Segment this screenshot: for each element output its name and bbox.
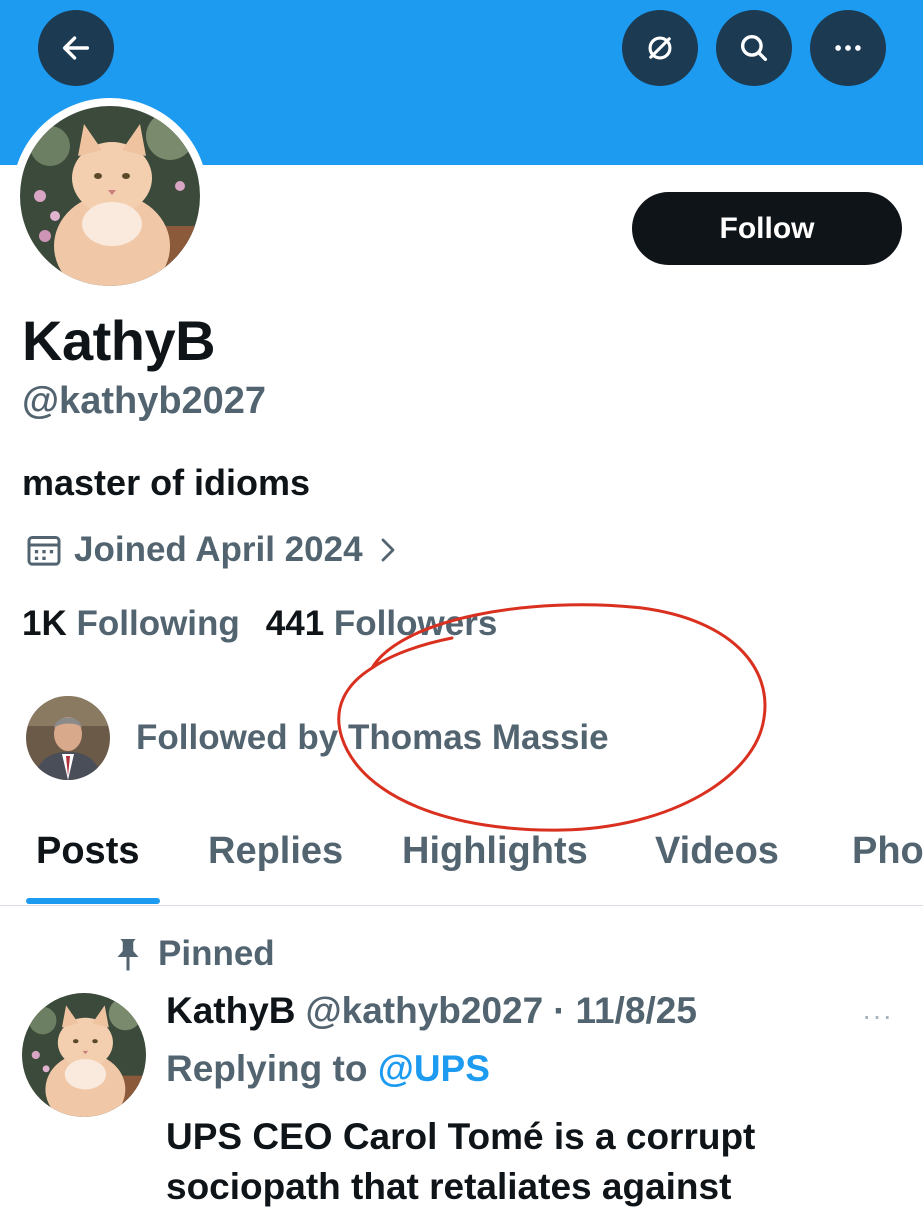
post-separator: ·: [553, 990, 566, 1031]
cat-avatar-image: [20, 106, 200, 286]
replying-prefix: Replying to: [166, 1048, 368, 1089]
profile-bio: master of idioms: [22, 462, 311, 503]
profile-avatar[interactable]: [12, 98, 208, 294]
tab-replies[interactable]: Replies: [208, 830, 343, 873]
tab-posts[interactable]: Posts: [36, 830, 139, 873]
follower-avatar: [26, 696, 110, 780]
more-horizontal-icon: [835, 45, 861, 51]
annotation-circle: [337, 603, 767, 832]
follow-button[interactable]: Follow: [632, 192, 902, 265]
post-more-button[interactable]: ···: [862, 1000, 893, 1032]
following-count: 1K: [22, 604, 67, 643]
slashed-circle-icon: [648, 36, 672, 60]
post-header: KathyB @kathyb2027 · 11/8/25: [166, 990, 697, 1032]
following-label: Following: [76, 604, 240, 643]
display-name: KathyB: [22, 309, 216, 372]
post-author-name[interactable]: KathyB: [166, 990, 296, 1032]
calendar-icon: [27, 536, 61, 566]
post-text-line: sociopath that retaliates against: [166, 1166, 732, 1207]
tab-highlights[interactable]: Highlights: [402, 830, 588, 873]
arrow-left-icon: [62, 36, 90, 60]
joined-date-row[interactable]: Joined April 2024: [24, 530, 403, 570]
joined-date-text: Joined April 2024: [74, 530, 363, 569]
following-link[interactable]: 1K Following: [22, 604, 240, 644]
tab-photos[interactable]: Pho: [852, 830, 923, 873]
cat-avatar-image: [22, 993, 146, 1117]
more-options-button[interactable]: [810, 10, 886, 86]
profile-tabs: Posts Replies Highlights Videos Pho: [0, 820, 923, 906]
post-text[interactable]: UPS CEO Carol Tomé is a corrupt sociopat…: [166, 1112, 866, 1212]
back-button[interactable]: [38, 10, 114, 86]
search-icon: [740, 34, 768, 62]
pinned-indicator: Pinned: [112, 934, 275, 974]
search-button[interactable]: [716, 10, 792, 86]
chevron-right-icon: [381, 538, 394, 562]
followers-count: 441: [265, 604, 325, 643]
pin-icon: [117, 939, 139, 971]
replying-to-mention[interactable]: @UPS: [378, 1048, 490, 1089]
replying-to-line: Replying to @UPS: [166, 1048, 490, 1090]
post-date[interactable]: 11/8/25: [576, 990, 697, 1032]
post-avatar[interactable]: [22, 993, 146, 1117]
post-text-line: UPS CEO Carol Tomé is a corrupt: [166, 1116, 756, 1157]
active-tab-indicator: [26, 898, 160, 904]
grok-button[interactable]: [622, 10, 698, 86]
post-author-handle[interactable]: @kathyb2027: [306, 990, 544, 1032]
pinned-label: Pinned: [158, 934, 275, 973]
profile-handle: @kathyb2027: [22, 380, 267, 422]
tab-videos[interactable]: Videos: [655, 830, 779, 873]
